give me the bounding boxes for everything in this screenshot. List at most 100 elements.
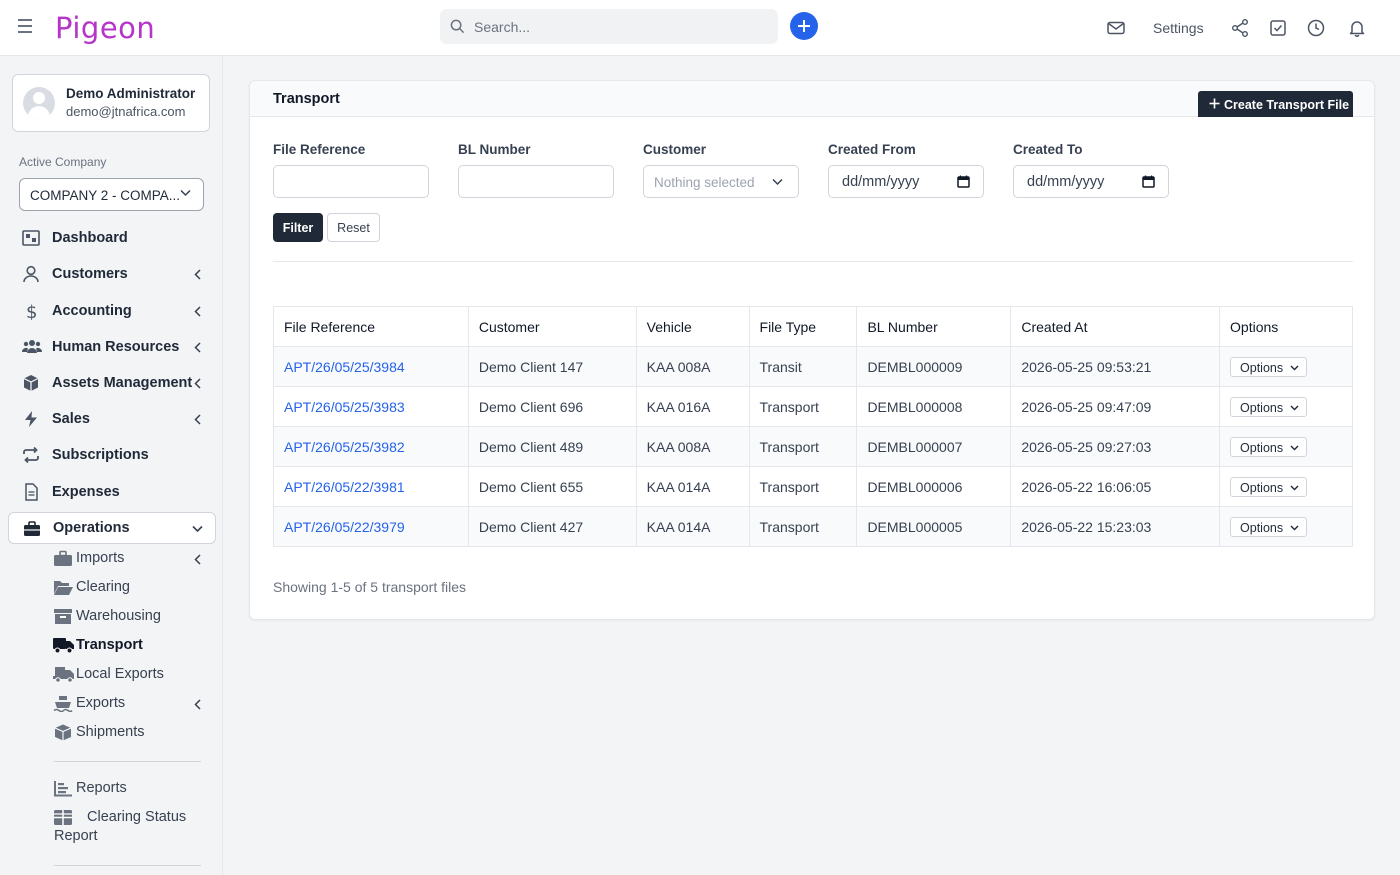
column-header[interactable]: Customer: [467, 306, 637, 347]
nav-assets-management[interactable]: Assets Management: [8, 367, 216, 399]
chevron-left-icon: [194, 414, 201, 425]
create-transport-file-button[interactable]: Create Transport File: [1198, 91, 1353, 117]
vehicle-cell: KAA 014A: [635, 506, 750, 547]
repeat-icon: [23, 446, 39, 464]
company-select[interactable]: COMPANY 2 - COMPA...: [19, 178, 204, 211]
subnav-local-exports[interactable]: Local Exports: [52, 663, 212, 687]
options-dropdown-button[interactable]: Options: [1230, 476, 1308, 497]
subnav-reports[interactable]: Reports: [52, 777, 212, 801]
created-at-cell: 2026-05-25 09:53:21: [1010, 346, 1221, 387]
subnav-label: Local Exports: [76, 666, 164, 682]
file-type-cell: Transport: [748, 386, 858, 427]
nav-accounting[interactable]: $ Accounting: [8, 295, 216, 327]
subnav-clearing[interactable]: Clearing: [52, 576, 212, 600]
settings-link[interactable]: Settings: [1153, 20, 1204, 36]
subnav-label: Shipments: [76, 724, 145, 740]
filter-customer-select[interactable]: Nothing selected: [643, 165, 799, 198]
search-bar[interactable]: [440, 9, 778, 44]
created-at-cell: 2026-05-22 16:06:05: [1010, 466, 1221, 507]
search-input[interactable]: [474, 9, 764, 44]
bell-icon[interactable]: [1347, 18, 1367, 38]
user-name: Demo Administrator: [66, 86, 196, 101]
nav-dashboard[interactable]: Dashboard: [8, 222, 216, 254]
column-header[interactable]: BL Number: [856, 306, 1012, 347]
table-row: APT/26/05/22/3979 Demo Client 427 KAA 01…: [273, 506, 1353, 547]
options-dropdown-button[interactable]: Options: [1230, 436, 1308, 457]
chevron-left-icon: [194, 554, 201, 565]
file-reference-link[interactable]: APT/26/05/25/3984: [284, 359, 405, 375]
bolt-icon: [25, 411, 37, 427]
bl-number-cell: DEMBL000007: [856, 426, 1012, 467]
bl-number-cell: DEMBL000008: [856, 386, 1012, 427]
date-placeholder: dd/mm/yyyy: [1027, 174, 1105, 190]
options-cell: Options: [1219, 346, 1353, 387]
share-icon[interactable]: [1230, 18, 1250, 38]
user-profile-card[interactable]: Demo Administrator demo@jtnafrica.com: [12, 74, 210, 132]
chevron-down-icon: [192, 525, 203, 533]
nav-expenses[interactable]: Expenses: [8, 476, 216, 508]
filter-button[interactable]: Filter: [273, 213, 323, 242]
clock-icon[interactable]: [1306, 18, 1326, 38]
file-reference-cell: APT/26/05/22/3981: [273, 466, 469, 507]
created-at-cell: 2026-05-25 09:27:03: [1010, 426, 1221, 467]
bl-number-cell: DEMBL000006: [856, 466, 1012, 507]
nav-subscriptions[interactable]: Subscriptions: [8, 439, 216, 471]
calendar-icon[interactable]: [1142, 175, 1155, 188]
options-dropdown-button[interactable]: Options: [1230, 516, 1308, 537]
options-dropdown-button[interactable]: Options: [1230, 396, 1308, 417]
avatar: [23, 87, 55, 119]
filter-file-reference-label: File Reference: [273, 142, 366, 157]
filter-created-from-input[interactable]: dd/mm/yyyy: [828, 165, 984, 198]
archive-icon: [54, 609, 72, 624]
briefcase-icon: [24, 521, 40, 536]
filter-file-reference-input[interactable]: [273, 165, 429, 198]
filter-created-to-input[interactable]: dd/mm/yyyy: [1013, 165, 1169, 198]
filter-created-from-label: Created From: [828, 142, 916, 157]
calendar-icon[interactable]: [957, 175, 970, 188]
file-reference-link[interactable]: APT/26/05/22/3981: [284, 479, 405, 495]
subnav-warehousing[interactable]: Warehousing: [52, 605, 212, 629]
options-label: Options: [1240, 520, 1284, 535]
bl-number-cell: DEMBL000005: [856, 506, 1012, 547]
vehicle-cell: KAA 008A: [635, 426, 750, 467]
nav-sales[interactable]: Sales: [8, 403, 216, 435]
chevron-down-icon: [1290, 485, 1299, 490]
mail-icon[interactable]: [1106, 18, 1126, 38]
nav-customers[interactable]: Customers: [8, 258, 216, 290]
file-reference-link[interactable]: APT/26/05/25/3982: [284, 439, 405, 455]
column-header[interactable]: File Reference: [273, 306, 469, 347]
options-label: Options: [1240, 360, 1284, 375]
file-reference-link[interactable]: APT/26/05/22/3979: [284, 519, 405, 535]
subnav-shipments[interactable]: Shipments: [52, 721, 212, 745]
subnav-label: Imports: [76, 550, 125, 566]
subnav-imports[interactable]: Imports: [52, 547, 212, 571]
chevron-down-icon: [1290, 405, 1299, 410]
file-reference-link[interactable]: APT/26/05/25/3983: [284, 399, 405, 415]
sidebar: Demo Administrator demo@jtnafrica.com Ac…: [0, 56, 223, 875]
options-cell: Options: [1219, 426, 1353, 467]
options-dropdown-button[interactable]: Options: [1230, 356, 1308, 377]
nav-human-resources[interactable]: Human Resources: [8, 331, 216, 363]
check-square-icon[interactable]: [1268, 18, 1288, 38]
subnav-exports[interactable]: Exports: [52, 692, 212, 716]
column-header[interactable]: File Type: [748, 306, 858, 347]
reset-button[interactable]: Reset: [327, 213, 380, 242]
subnav-label: Warehousing: [76, 608, 161, 624]
column-header[interactable]: Created At: [1010, 306, 1221, 347]
quick-add-button[interactable]: [790, 12, 818, 40]
subnav-transport[interactable]: Transport: [52, 634, 212, 658]
brand-logo[interactable]: Pigeon: [55, 11, 155, 45]
table-header-row: File Reference Customer Vehicle File Typ…: [273, 306, 1353, 347]
truck-loading-icon: [53, 667, 74, 683]
options-label: Options: [1240, 480, 1284, 495]
nav-operations[interactable]: Operations: [8, 512, 216, 544]
column-header[interactable]: Vehicle: [635, 306, 750, 347]
truck-icon: [53, 638, 74, 654]
customer-select-placeholder: Nothing selected: [654, 175, 755, 190]
options-cell: Options: [1219, 506, 1353, 547]
nav-label: Human Resources: [52, 339, 180, 355]
subnav-clearing-status-report[interactable]: Clearing Status Report: [52, 806, 212, 850]
filter-bl-number-input[interactable]: [458, 165, 614, 198]
menu-icon[interactable]: [18, 19, 36, 35]
cube-icon: [23, 375, 39, 391]
